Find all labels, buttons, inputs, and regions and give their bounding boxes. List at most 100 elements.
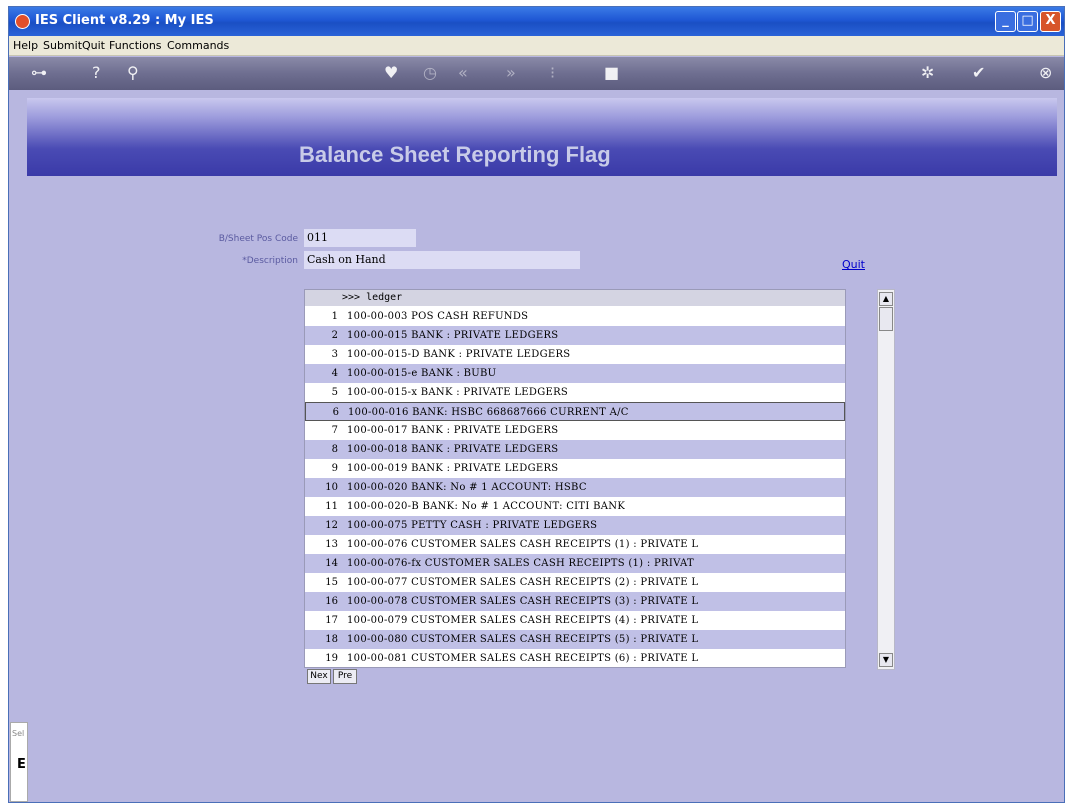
title-bar[interactable]: IES Client v8.29 : My IES _ □ X — [9, 7, 1064, 36]
description-field[interactable]: Cash on Hand — [304, 251, 580, 269]
table-row[interactable]: 16 100-00-078 CUSTOMER SALES CASH RECEIPT… — [305, 592, 845, 611]
minimize-button[interactable]: _ — [995, 11, 1016, 32]
row-number: 12 — [325, 520, 338, 531]
search-icon[interactable]: ⚲ — [127, 65, 139, 81]
description-label: *Description — [242, 256, 298, 266]
row-ledger-text: 100-00-078 CUSTOMER SALES CASH RECEIPTS … — [347, 596, 699, 607]
menu-quit[interactable]: Quit — [82, 39, 105, 52]
app-icon — [15, 14, 30, 29]
row-number: 6 — [332, 407, 339, 418]
row-number: 10 — [325, 482, 338, 493]
row-ledger-text: 100-00-081 CUSTOMER SALES CASH RECEIPTS … — [347, 653, 699, 664]
row-number: 14 — [325, 558, 338, 569]
help-icon[interactable]: ? — [92, 65, 101, 81]
table-row[interactable]: 19 100-00-081 CUSTOMER SALES CASH RECEIPT… — [305, 649, 845, 668]
grid-header: >>> ledger — [305, 290, 845, 306]
table-row[interactable]: 13 100-00-076 CUSTOMER SALES CASH RECEIPT… — [305, 535, 845, 554]
scroll-thumb[interactable] — [879, 307, 893, 331]
row-number: 11 — [325, 501, 338, 512]
table-row[interactable]: 1 100-00-003 POS CASH REFUNDS — [305, 307, 845, 326]
menu-help[interactable]: Help — [13, 39, 38, 52]
row-ledger-text: 100-00-015-e BANK : BUBU — [347, 368, 497, 379]
row-number: 15 — [325, 577, 338, 588]
table-row[interactable]: 9 100-00-019 BANK : PRIVATE LEDGERS — [305, 459, 845, 478]
table-row[interactable]: 18 100-00-080 CUSTOMER SALES CASH RECEIPT… — [305, 630, 845, 649]
row-number: 8 — [331, 444, 338, 455]
key-icon[interactable]: ⊶ — [31, 65, 47, 81]
row-number: 13 — [325, 539, 338, 550]
row-ledger-text: 100-00-020 BANK: No # 1 ACCOUNT: HSBC — [347, 482, 587, 493]
table-row[interactable]: 14 100-00-076-fx CUSTOMER SALES CASH RECE… — [305, 554, 845, 573]
row-ledger-text: 100-00-015-D BANK : PRIVATE LEDGERS — [347, 349, 571, 360]
pos-code-field[interactable]: 011 — [304, 229, 416, 247]
row-ledger-text: 100-00-075 PETTY CASH : PRIVATE LEDGERS — [347, 520, 598, 531]
menu-bar: Help Submit Quit Functions Commands — [9, 36, 1064, 56]
window-title: IES Client v8.29 : My IES — [35, 13, 214, 28]
side-panel-label: Sel — [12, 729, 25, 738]
row-number: 7 — [331, 425, 338, 436]
heart-icon[interactable]: ♥ — [384, 65, 398, 81]
table-row[interactable]: 7 100-00-017 BANK : PRIVATE LEDGERS — [305, 421, 845, 440]
row-number: 9 — [331, 463, 338, 474]
maximize-button[interactable]: □ — [1017, 11, 1038, 32]
row-number: 3 — [331, 349, 338, 360]
menu-functions[interactable]: Functions — [109, 39, 162, 52]
row-number: 19 — [325, 653, 338, 664]
side-panel-icon: E — [17, 757, 26, 772]
table-row[interactable]: 15 100-00-077 CUSTOMER SALES CASH RECEIPT… — [305, 573, 845, 592]
row-number: 1 — [331, 311, 338, 322]
page-title: Balance Sheet Reporting Flag — [299, 142, 611, 167]
prev-page-button[interactable]: Pre — [333, 669, 357, 684]
table-row[interactable]: 10 100-00-020 BANK: No # 1 ACCOUNT: HSBC — [305, 478, 845, 497]
row-number: 4 — [331, 368, 338, 379]
menu-commands[interactable]: Commands — [167, 39, 229, 52]
row-ledger-text: 100-00-015 BANK : PRIVATE LEDGERS — [347, 330, 559, 341]
row-ledger-text: 100-00-019 BANK : PRIVATE LEDGERS — [347, 463, 559, 474]
fast-forward-icon[interactable]: » — [506, 65, 516, 81]
menu-submit[interactable]: Submit — [43, 39, 82, 52]
table-row[interactable]: 11 100-00-020-B BANK: No # 1 ACCOUNT: CIT… — [305, 497, 845, 516]
close-button[interactable]: X — [1040, 11, 1061, 32]
table-row[interactable]: 4 100-00-015-e BANK : BUBU — [305, 364, 845, 383]
row-ledger-text: 100-00-016 BANK: HSBC 668687666 CURRENT … — [348, 407, 629, 418]
table-row[interactable]: 5 100-00-015-x BANK : PRIVATE LEDGERS — [305, 383, 845, 402]
row-ledger-text: 100-00-076-fx CUSTOMER SALES CASH RECEIP… — [347, 558, 694, 569]
table-row[interactable]: 6 100-00-016 BANK: HSBC 668687666 CURRENT… — [305, 402, 845, 421]
clock-icon[interactable]: ◷ — [423, 65, 437, 81]
row-ledger-text: 100-00-015-x BANK : PRIVATE LEDGERS — [347, 387, 569, 398]
check-icon[interactable]: ✔ — [972, 65, 985, 81]
row-ledger-text: 100-00-017 BANK : PRIVATE LEDGERS — [347, 425, 559, 436]
next-page-button[interactable]: Nex — [307, 669, 331, 684]
list-icon[interactable]: ⁝ — [550, 65, 555, 81]
row-number: 17 — [325, 615, 338, 626]
table-row[interactable]: 8 100-00-018 BANK : PRIVATE LEDGERS — [305, 440, 845, 459]
toolbar: ⊶ ? ⚲ ♥ ◷ « » ⁝ ■ ✲ ✔ ⊗ — [9, 57, 1064, 90]
pos-code-label: B/Sheet Pos Code — [218, 234, 298, 244]
row-ledger-text: 100-00-079 CUSTOMER SALES CASH RECEIPTS … — [347, 615, 699, 626]
table-row[interactable]: 17 100-00-079 CUSTOMER SALES CASH RECEIPT… — [305, 611, 845, 630]
row-number: 2 — [331, 330, 338, 341]
table-row[interactable]: 3 100-00-015-D BANK : PRIVATE LEDGERS — [305, 345, 845, 364]
row-ledger-text: 100-00-076 CUSTOMER SALES CASH RECEIPTS … — [347, 539, 699, 550]
cancel-icon[interactable]: ⊗ — [1039, 65, 1052, 81]
stop-icon[interactable]: ■ — [604, 65, 619, 81]
scroll-up-icon[interactable]: ▲ — [879, 292, 893, 306]
row-number: 18 — [325, 634, 338, 645]
gear-icon[interactable]: ✲ — [921, 65, 934, 81]
table-row[interactable]: 12 100-00-075 PETTY CASH : PRIVATE LEDGER… — [305, 516, 845, 535]
row-ledger-text: 100-00-080 CUSTOMER SALES CASH RECEIPTS … — [347, 634, 699, 645]
row-ledger-text: 100-00-018 BANK : PRIVATE LEDGERS — [347, 444, 559, 455]
side-panel-stub[interactable]: Sel E — [10, 722, 28, 802]
row-ledger-text: 100-00-077 CUSTOMER SALES CASH RECEIPTS … — [347, 577, 699, 588]
table-row[interactable]: 2 100-00-015 BANK : PRIVATE LEDGERS — [305, 326, 845, 345]
ledger-grid: >>> ledger 1 100-00-003 POS CASH REFUNDS 2… — [304, 289, 846, 668]
row-ledger-text: 100-00-020-B BANK: No # 1 ACCOUNT: CITI … — [347, 501, 626, 512]
page-banner: Balance Sheet Reporting Flag — [27, 98, 1057, 176]
row-ledger-text: 100-00-003 POS CASH REFUNDS — [347, 311, 529, 322]
grid-scrollbar[interactable]: ▲ ▼ — [877, 289, 895, 670]
row-number: 5 — [331, 387, 338, 398]
quit-link[interactable]: Quit — [842, 258, 865, 271]
rewind-icon[interactable]: « — [458, 65, 468, 81]
row-number: 16 — [325, 596, 338, 607]
scroll-down-icon[interactable]: ▼ — [879, 653, 893, 667]
